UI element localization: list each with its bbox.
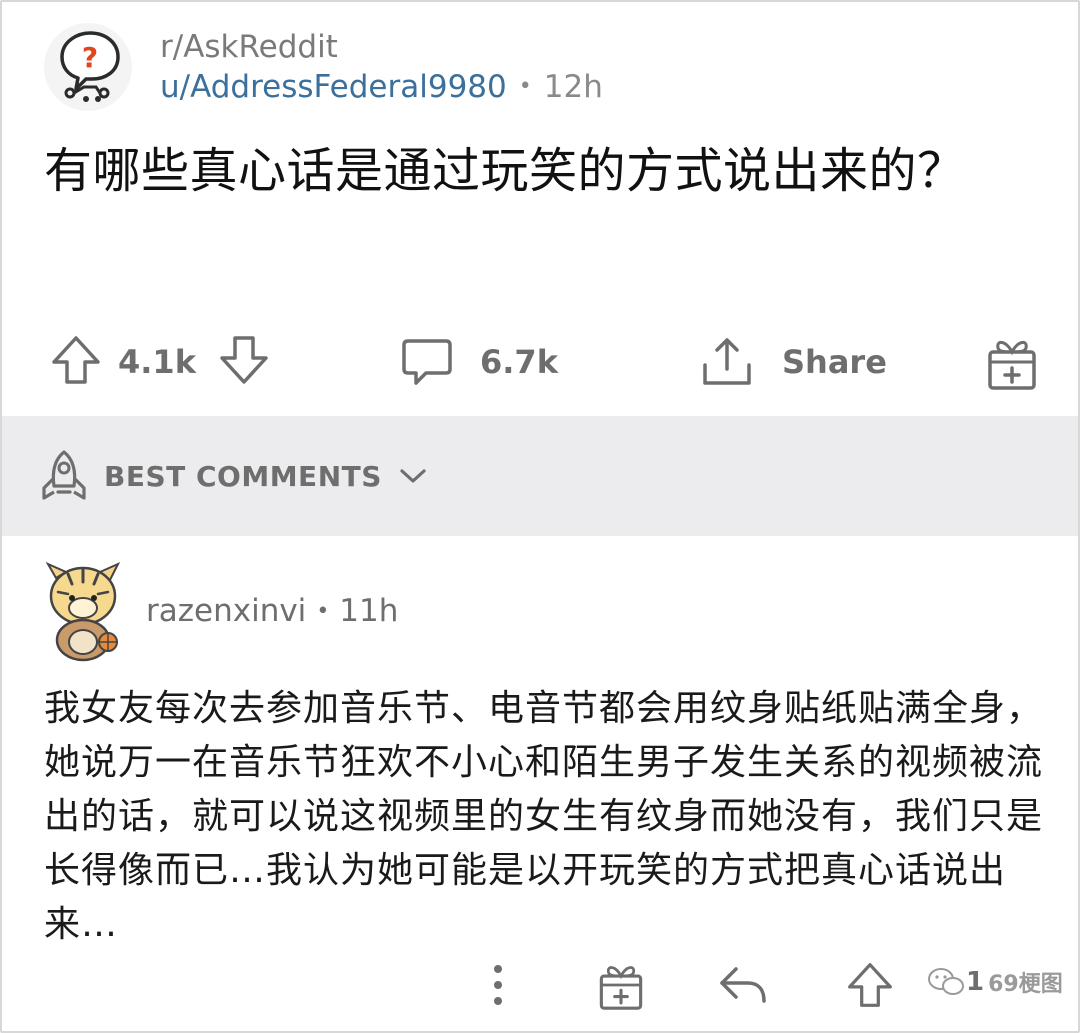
comments-button[interactable]: 6.7k <box>400 330 558 394</box>
comment-author-link[interactable]: razenxinvi <box>146 593 306 629</box>
watermark: 1 69梗图 <box>926 966 1063 998</box>
rocket-icon <box>42 450 86 500</box>
comment-award-button[interactable] <box>596 950 646 1020</box>
wechat-logo-icon <box>928 968 964 995</box>
watermark-text: 69梗图 <box>988 972 1063 997</box>
comment-sort-bar[interactable]: BEST COMMENTS <box>2 416 1078 536</box>
comment-vote-partial: 1 <box>966 967 985 997</box>
post-title[interactable]: 有哪些真心话是通过玩笑的方式说出来的？ <box>44 138 1054 204</box>
comment-meta: razenxinvi • 11h <box>146 593 398 629</box>
post-meta: r/AskReddit u/AddressFederal9980 • 12h <box>160 27 603 107</box>
gift-award-icon <box>599 966 643 1010</box>
comment-age: 11h <box>339 593 399 629</box>
vote-count: 4.1k <box>118 343 196 381</box>
upvote-arrow-icon <box>52 336 100 384</box>
question-speech-bubble-icon: ? <box>60 31 120 102</box>
comment-body: 我女友每次去参加音乐节、电音节都会用纹身贴纸贴满全身，她说万一在音乐节狂欢不小心… <box>44 688 1044 945</box>
award-button[interactable] <box>984 330 1040 394</box>
reply-arrow-icon <box>720 967 766 1003</box>
author-line: u/AddressFederal9980 • 12h <box>160 67 603 107</box>
subreddit-link[interactable]: r/AskReddit <box>160 27 603 67</box>
post-header: ? r/AskReddit u/AddressFederal9980 • 12h <box>44 22 603 112</box>
share-label: Share <box>782 343 887 381</box>
comment-count: 6.7k <box>480 343 558 381</box>
downvote-button[interactable] <box>218 334 270 390</box>
sort-label: BEST COMMENTS <box>104 459 382 493</box>
comment-bubble-icon <box>402 339 452 385</box>
share-button[interactable]: Share <box>700 330 887 394</box>
chevron-down-icon <box>400 469 426 483</box>
commenter-avatar[interactable] <box>38 558 128 664</box>
svg-text:?: ? <box>82 41 98 74</box>
meta-separator: • <box>316 598 330 624</box>
upvote-button[interactable] <box>50 334 102 390</box>
post-age: 12h <box>543 69 603 105</box>
upvote-arrow-icon <box>848 963 892 1007</box>
comment-upvote-button[interactable] <box>846 950 894 1020</box>
tiger-avatar-icon <box>45 561 121 662</box>
comment-header: razenxinvi • 11h <box>38 556 398 666</box>
post-author-link[interactable]: u/AddressFederal9980 <box>160 67 507 107</box>
post-action-bar: 4.1k 6.7k Share <box>44 330 1044 394</box>
downvote-arrow-icon <box>220 336 268 384</box>
meta-separator: • <box>518 74 532 99</box>
gift-award-icon <box>988 341 1036 390</box>
subreddit-avatar[interactable]: ? <box>44 23 132 111</box>
more-options-button[interactable] <box>490 950 506 1020</box>
vertical-ellipsis-icon <box>494 965 502 1005</box>
vote-group: 4.1k <box>50 330 270 394</box>
reply-button[interactable] <box>718 950 768 1020</box>
share-upload-icon <box>703 338 751 385</box>
